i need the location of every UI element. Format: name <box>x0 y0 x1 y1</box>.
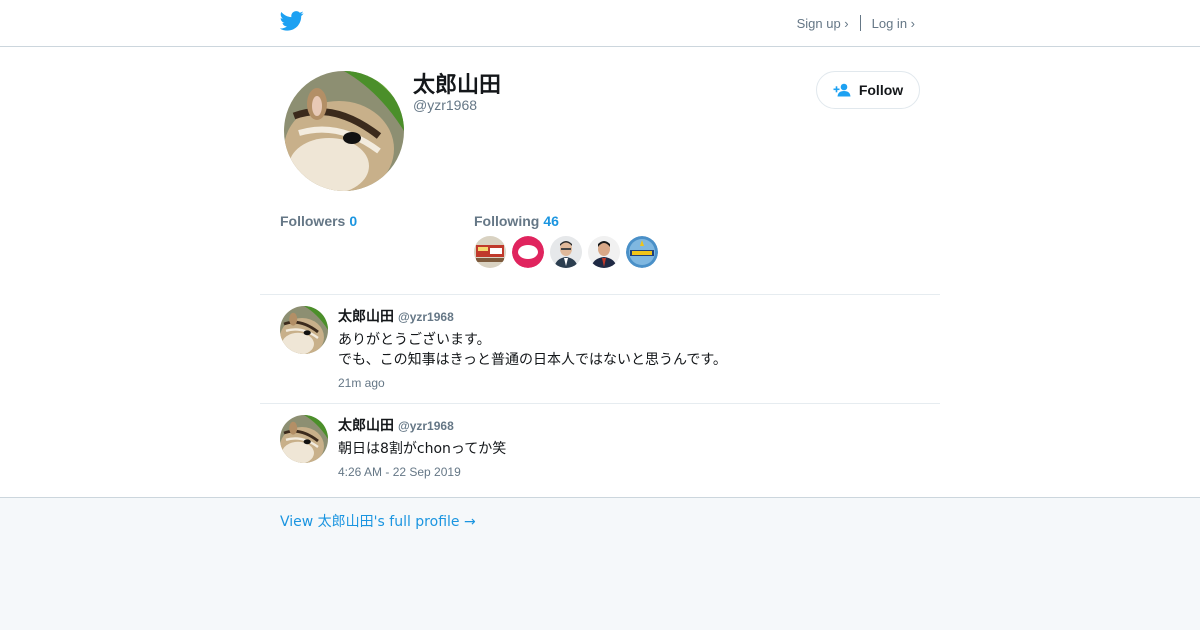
tweet-timestamp[interactable]: 4:26 AM - 22 Sep 2019 <box>338 465 461 479</box>
following-avatar[interactable] <box>474 236 506 268</box>
footer: View 太郎山田's full profile → <box>0 497 1200 630</box>
profile-avatar[interactable] <box>284 71 404 191</box>
profile-card: 太郎山田 @yzr1968 Follow Followers 0 Followin… <box>280 47 920 295</box>
nav-divider <box>859 15 861 31</box>
tweet-header: 太郎山田 @yzr1968 <box>338 306 454 326</box>
tweet-author-handle[interactable]: @yzr1968 <box>398 419 454 433</box>
top-bar: Sign up › Log in › <box>0 0 1200 47</box>
following-avatar[interactable] <box>512 236 544 268</box>
tweet-text-line: 朝日は8割がchonってか笑 <box>338 441 507 457</box>
following-stat[interactable]: Following 46 <box>474 213 559 229</box>
tweet-author-name[interactable]: 太郎山田 <box>338 309 394 325</box>
following-count: 46 <box>543 213 559 229</box>
divider <box>260 403 940 404</box>
following-avatars <box>474 236 664 268</box>
following-avatar[interactable] <box>626 236 658 268</box>
tweet-text: 朝日は8割がchonってか笑 <box>338 439 506 459</box>
following-label: Following <box>474 213 540 229</box>
profile-name: 太郎山田 <box>413 73 502 98</box>
twitter-bird-icon[interactable] <box>280 10 304 32</box>
tweet-text: ありがとうございます。 でも、この知事はきっと普通の日本人ではないと思うんです。 <box>338 330 727 370</box>
add-user-icon <box>833 83 851 97</box>
tweet-timestamp[interactable]: 21m ago <box>338 376 385 390</box>
divider <box>260 294 940 295</box>
tweet[interactable]: 太郎山田 @yzr1968 ありがとうございます。 でも、この知事はきっと普通の日… <box>280 306 920 396</box>
tweet-header: 太郎山田 @yzr1968 <box>338 415 454 435</box>
log-in-link[interactable]: Log in › <box>872 16 915 31</box>
follow-button[interactable]: Follow <box>816 71 920 109</box>
followers-stat[interactable]: Followers 0 <box>280 213 357 229</box>
tweet[interactable]: 太郎山田 @yzr1968 朝日は8割がchonってか笑 4:26 AM - 22… <box>280 415 920 495</box>
tweet-avatar[interactable] <box>280 415 328 463</box>
followers-label: Followers <box>280 213 346 229</box>
profile-handle: @yzr1968 <box>413 97 478 113</box>
tweet-text-line: でも、この知事はきっと普通の日本人ではないと思うんです。 <box>338 352 727 368</box>
auth-nav: Sign up › Log in › <box>797 15 915 31</box>
following-avatar[interactable] <box>588 236 620 268</box>
tweet-avatar[interactable] <box>280 306 328 354</box>
view-full-profile-link[interactable]: View 太郎山田's full profile → <box>280 511 476 531</box>
tweet-author-name[interactable]: 太郎山田 <box>338 418 394 434</box>
following-avatar[interactable] <box>550 236 582 268</box>
follow-label: Follow <box>858 82 904 98</box>
tweet-text-line: ありがとうございます。 <box>338 332 491 348</box>
followers-count: 0 <box>349 213 358 229</box>
sign-up-link[interactable]: Sign up › <box>797 16 849 31</box>
tweet-author-handle[interactable]: @yzr1968 <box>398 310 454 324</box>
